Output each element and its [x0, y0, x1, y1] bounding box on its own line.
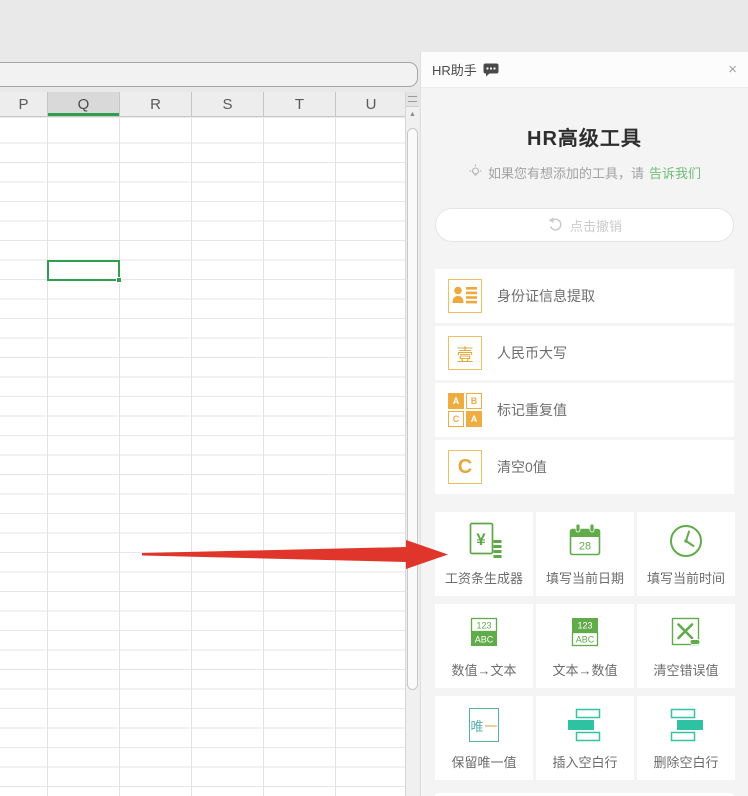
- tool-label: 插入空白行: [552, 755, 618, 770]
- top-chrome: [0, 0, 748, 52]
- tell-us-link[interactable]: 告诉我们: [649, 163, 701, 182]
- svg-text:123: 123: [476, 621, 491, 631]
- tool-label: 标记重复值: [497, 402, 567, 418]
- scrollbar-thumb[interactable]: [407, 128, 418, 690]
- column-headers: P Q R S T U: [0, 92, 406, 117]
- tool-rmb-uppercase[interactable]: 壹 人民币大写: [435, 326, 734, 380]
- hr-assistant-panel: HR助手 × HR高级工具 如果您有想添加的工具，请 告诉我们 点击撤销 身份证…: [420, 52, 748, 796]
- tool-label: 保留唯一值: [451, 755, 517, 770]
- panel-body: HR高级工具 如果您有想添加的工具，请 告诉我们 点击撤销 身份证信息提取 壹 …: [421, 122, 748, 796]
- tool-label: 删除空白行: [653, 755, 719, 770]
- spreadsheet-area: P Q R S T U ▲: [0, 52, 420, 796]
- svg-text:123: 123: [577, 621, 592, 631]
- lightbulb-icon: [468, 164, 483, 182]
- grid-tools-section: ¥ 工资条生成器 28 填写当前日期 填写当前时间 123 ABC 数值→文本 …: [435, 512, 735, 780]
- tool-text-to-number[interactable]: 123 ABC 文本→数值: [536, 604, 634, 688]
- column-header-t[interactable]: T: [264, 92, 336, 116]
- tool-label: 工资条生成器: [444, 571, 523, 586]
- app-window: P Q R S T U ▲ HR助手 × HR高级工具 如果您有想添加的工具，请…: [0, 0, 748, 796]
- column-header-q-selected[interactable]: Q: [48, 92, 120, 116]
- tool-label: 数值→文本: [451, 663, 517, 678]
- subtitle-text: 如果您有想添加的工具，请: [487, 166, 644, 181]
- scroll-up-icon[interactable]: ▲: [406, 109, 419, 121]
- tool-fill-current-time[interactable]: 填写当前时间: [637, 512, 735, 596]
- vertical-scrollbar[interactable]: ▲: [405, 92, 419, 796]
- tool-label: 填写当前日期: [545, 571, 624, 586]
- tool-fill-current-date[interactable]: 28 填写当前日期: [536, 512, 634, 596]
- delete-row-icon: [637, 696, 735, 754]
- calendar-icon: 28: [536, 512, 634, 570]
- id-card-icon: [448, 279, 482, 313]
- clear-zero-icon: C: [448, 450, 482, 484]
- red-arrow-annotation: [142, 540, 448, 569]
- duplicate-values-icon: A B C A: [448, 393, 482, 427]
- list-tools-section: 身份证信息提取 壹 人民币大写 A B C A 标记重复值 C 清空0值: [435, 269, 734, 494]
- column-header-r[interactable]: R: [120, 92, 192, 116]
- rmb-capital-icon: 壹: [448, 336, 482, 370]
- tool-delete-blank-rows[interactable]: 删除空白行: [637, 696, 735, 780]
- tool-idcard-extract[interactable]: 身份证信息提取: [435, 269, 734, 323]
- close-icon[interactable]: ×: [728, 62, 737, 77]
- number-to-text-icon: 123 ABC: [435, 604, 533, 662]
- svg-text:ABC: ABC: [475, 635, 494, 645]
- svg-text:¥: ¥: [476, 530, 486, 549]
- chat-bubble-icon: [483, 63, 499, 77]
- tool-label: 身份证信息提取: [497, 288, 595, 304]
- tool-label: 清空错误值: [653, 663, 719, 678]
- clear-error-icon: [637, 604, 735, 662]
- tool-keep-unique-values[interactable]: 唯一 保留唯一值: [435, 696, 533, 780]
- unique-value-icon: 唯一: [435, 696, 533, 754]
- insert-row-icon: [536, 696, 634, 754]
- column-header-p[interactable]: P: [0, 92, 48, 116]
- split-handle[interactable]: [406, 92, 419, 107]
- tool-label: 清空0值: [497, 459, 547, 475]
- tool-label: 人民币大写: [497, 345, 567, 361]
- page-title: HR高级工具: [527, 128, 642, 150]
- tool-clear-error-values[interactable]: 清空错误值: [637, 604, 735, 688]
- formula-bar[interactable]: [0, 62, 418, 87]
- sheet-grid[interactable]: [0, 118, 406, 796]
- tool-label: 填写当前时间: [646, 571, 725, 586]
- column-header-u[interactable]: U: [336, 92, 406, 116]
- svg-text:28: 28: [579, 541, 591, 553]
- tool-clear-zero[interactable]: C 清空0值: [435, 440, 734, 494]
- undo-label: 点击撤销: [569, 218, 622, 234]
- svg-text:ABC: ABC: [576, 635, 595, 645]
- panel-title: HR助手: [432, 63, 477, 78]
- panel-header: HR助手 ×: [421, 52, 748, 88]
- text-to-number-icon: 123 ABC: [536, 604, 634, 662]
- tool-number-to-text[interactable]: 123 ABC 数值→文本: [435, 604, 533, 688]
- tool-mark-duplicates[interactable]: A B C A 标记重复值: [435, 383, 734, 437]
- selected-cell[interactable]: [47, 260, 122, 283]
- undo-arrow-icon: [547, 217, 563, 234]
- fill-handle[interactable]: [116, 277, 122, 283]
- subtitle-row: 如果您有想添加的工具，请 告诉我们: [435, 163, 734, 182]
- tool-insert-blank-rows[interactable]: 插入空白行: [536, 696, 634, 780]
- tool-label: 文本→数值: [552, 663, 618, 678]
- column-header-s[interactable]: S: [192, 92, 264, 116]
- undo-button[interactable]: 点击撤销: [435, 208, 734, 242]
- clock-icon: [637, 512, 735, 570]
